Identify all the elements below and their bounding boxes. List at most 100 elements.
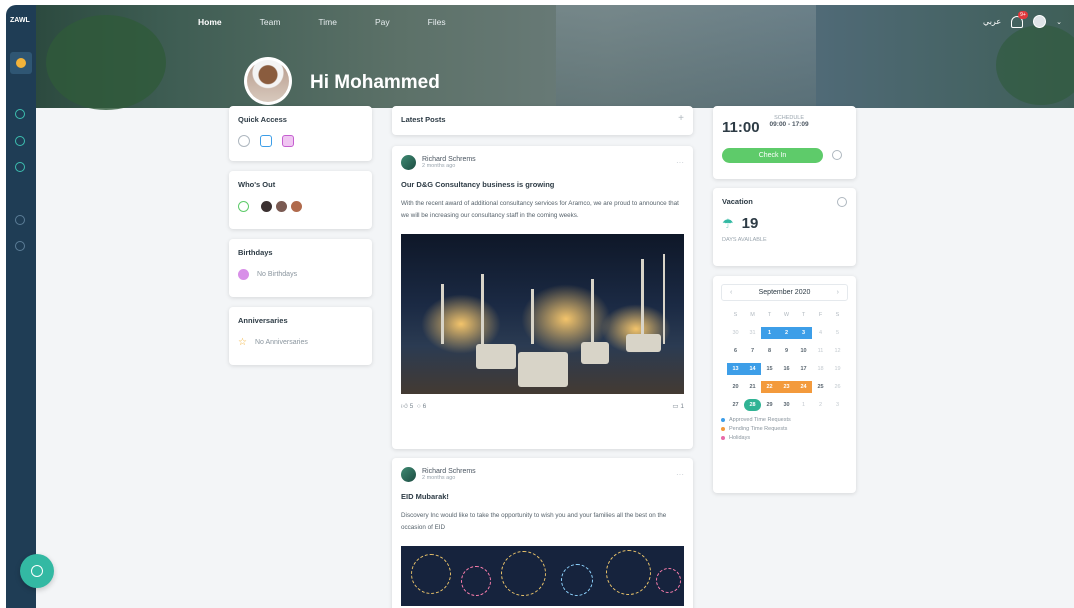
weekday-label: F (818, 312, 823, 318)
legend-holidays: Holidays (729, 435, 751, 441)
calendar-day[interactable]: 1 (795, 399, 812, 411)
calendar-day[interactable]: 31 (744, 327, 761, 339)
app-logo[interactable]: ZAWL (10, 17, 30, 24)
chat-button[interactable] (20, 554, 54, 588)
clock-icon[interactable] (832, 150, 842, 160)
info-icon[interactable] (837, 197, 847, 207)
vacation-title: Vacation (722, 197, 753, 206)
post-card: Richard Schrems 2 months ago ··· EID Mub… (392, 458, 693, 608)
sidebar-info-icon[interactable] (15, 162, 25, 172)
calendar-day[interactable]: 29 (761, 399, 778, 411)
post-title: EID Mubarak! (401, 492, 449, 501)
calendar-day[interactable]: 15 (761, 363, 778, 375)
calendar-day[interactable]: 4 (812, 327, 829, 339)
next-month-button[interactable]: › (837, 289, 839, 296)
sidebar-help-icon[interactable] (15, 241, 25, 251)
sidebar-settings-icon[interactable] (15, 215, 25, 225)
calendar-day[interactable]: 3 (829, 399, 846, 411)
calendar-day[interactable]: 14 (744, 363, 761, 375)
left-sidebar: ZAWL (6, 5, 36, 608)
calendar-day[interactable]: 27 (727, 399, 744, 411)
post-author[interactable]: Richard Schrems (422, 468, 476, 475)
avatar[interactable] (261, 201, 272, 212)
hero-banner (36, 5, 1074, 110)
comment-icon[interactable]: ○ (417, 403, 421, 410)
weekday-label: S (835, 312, 840, 318)
calendar-day[interactable]: 19 (829, 363, 846, 375)
cake-icon (238, 269, 249, 280)
post-image[interactable] (401, 546, 684, 606)
more-options-icon[interactable]: ··· (676, 158, 684, 167)
nav-team[interactable]: Team (260, 17, 281, 27)
author-avatar[interactable] (401, 467, 416, 482)
calendar-day[interactable]: 8 (761, 345, 778, 357)
calendar-day[interactable]: 16 (778, 363, 795, 375)
post-title: Our D&G Consultancy business is growing (401, 180, 555, 189)
weekday-label: T (767, 312, 772, 318)
prev-month-button[interactable]: ‹ (730, 289, 732, 296)
nav-files[interactable]: Files (428, 17, 446, 27)
nav-home[interactable]: Home (198, 17, 222, 27)
calendar-day[interactable]: 3 (795, 327, 812, 339)
calendar-day[interactable]: 30 (778, 399, 795, 411)
calendar-day[interactable]: 30 (727, 327, 744, 339)
calendar-day[interactable]: 11 (812, 345, 829, 357)
post-time: 2 months ago (422, 475, 456, 481)
calendar-day[interactable]: 25 (812, 381, 829, 393)
avatar[interactable] (276, 201, 287, 212)
calendar-day[interactable]: 26 (829, 381, 846, 393)
author-avatar[interactable] (401, 155, 416, 170)
sidebar-approvals-icon[interactable] (15, 136, 25, 146)
calendar-day[interactable]: 17 (795, 363, 812, 375)
calendar-day[interactable]: 13 (727, 363, 744, 375)
calendar-day[interactable]: 7 (744, 345, 761, 357)
folder-icon[interactable] (260, 135, 272, 147)
calendar-day[interactable]: 28 (744, 399, 761, 411)
calendar-day[interactable]: 24 (795, 381, 812, 393)
post-image[interactable] (401, 234, 684, 394)
profile-avatar[interactable] (244, 57, 292, 105)
bell-icon[interactable]: 9+ (1011, 10, 1028, 28)
birthdays-empty: No Birthdays (257, 271, 298, 278)
add-post-button[interactable]: + (678, 114, 684, 126)
whos-out-card: Who's Out (229, 171, 372, 229)
calendar-day[interactable]: 22 (761, 381, 778, 393)
calendar-day[interactable]: 6 (727, 345, 744, 357)
calendar-day[interactable]: 9 (778, 345, 795, 357)
weekday-label: M (750, 312, 755, 318)
person-icon[interactable] (238, 135, 250, 147)
more-options-icon[interactable]: ··· (676, 470, 684, 479)
calendar-day[interactable]: 20 (727, 381, 744, 393)
calendar-day[interactable]: 2 (812, 399, 829, 411)
post-author[interactable]: Richard Schrems (422, 156, 476, 163)
current-time: 11:00 (722, 119, 760, 136)
nav-time[interactable]: Time (318, 17, 337, 27)
comment-count: 6 (422, 403, 427, 410)
chat-icon[interactable]: ▭ (672, 403, 678, 410)
palm-tree-icon: ☂ (722, 215, 734, 231)
star-icon: ☆ (238, 337, 247, 348)
weekday-label: T (801, 312, 806, 318)
calendar-day[interactable]: 2 (778, 327, 795, 339)
calendar-day[interactable]: 12 (829, 345, 846, 357)
calendar-month: September 2020 (758, 289, 811, 296)
calendar-day[interactable]: 1 (761, 327, 778, 339)
language-switch[interactable]: عربي (983, 17, 1001, 26)
check-in-button[interactable]: Check In (722, 148, 823, 163)
calendar-day[interactable]: 21 (744, 381, 761, 393)
calendar-day[interactable]: 10 (795, 345, 812, 357)
calendar-day[interactable]: 18 (812, 363, 829, 375)
vacation-days: 19 (741, 215, 759, 232)
chevron-down-icon[interactable]: ⌄ (1056, 18, 1062, 26)
legend-pending: Pending Time Requests (729, 426, 788, 432)
nav-pay[interactable]: Pay (375, 17, 390, 27)
document-icon[interactable] (282, 135, 294, 147)
like-icon[interactable]: 👍︎ (401, 403, 408, 410)
avatar[interactable] (291, 201, 302, 212)
sidebar-time-icon[interactable] (15, 109, 25, 119)
user-avatar[interactable] (1033, 15, 1047, 28)
calendar-day[interactable]: 5 (829, 327, 846, 339)
sidebar-home-icon[interactable] (10, 52, 32, 74)
calendar-day[interactable]: 23 (778, 381, 795, 393)
like-count: 5 (409, 403, 414, 410)
